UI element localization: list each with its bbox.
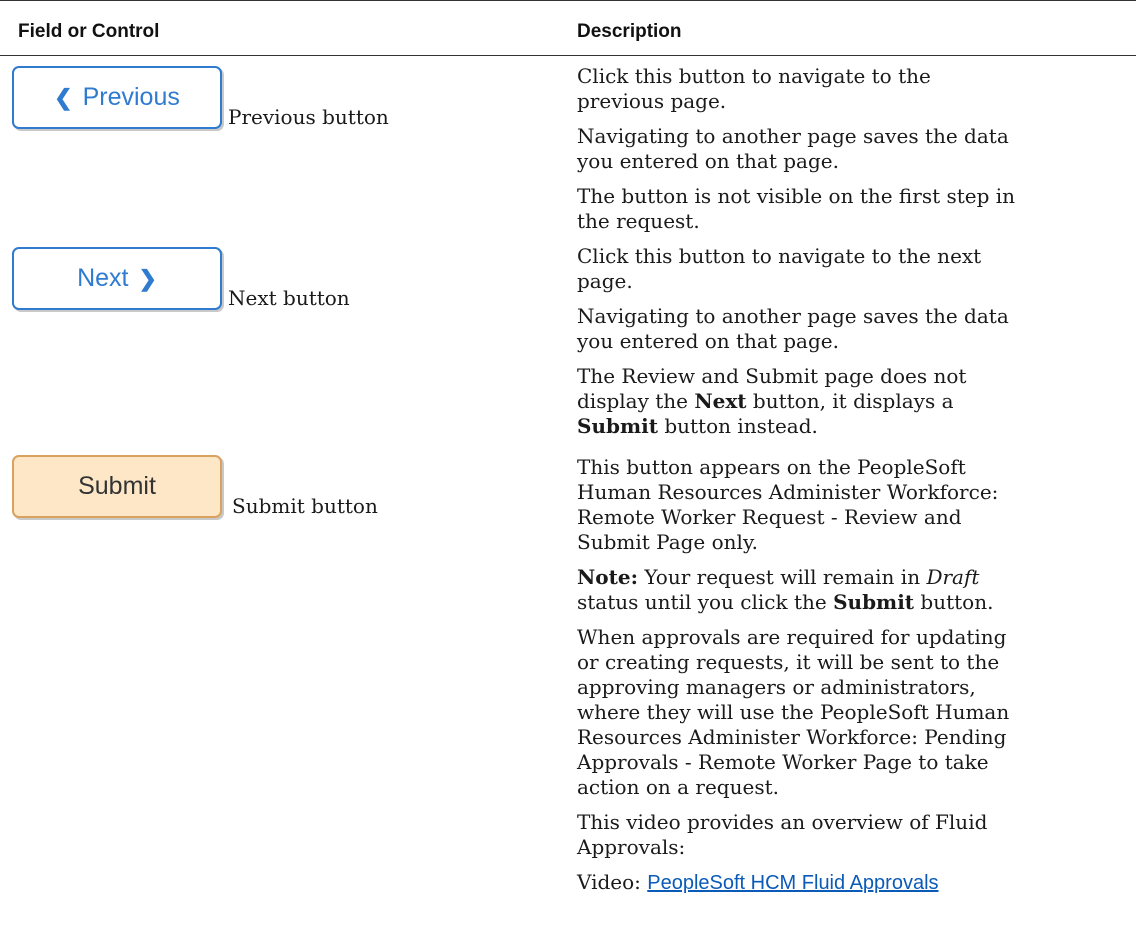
next-desc-3: The Review and Submit page does not disp… [577, 364, 967, 438]
next-bold: Next [694, 389, 747, 413]
previous-desc-1: Click this button to navigate to the pre… [577, 64, 931, 113]
draft-status: Draft [926, 565, 980, 589]
submit-button-label: Submit [78, 472, 156, 500]
chevron-left-icon: ❮ [54, 84, 73, 110]
table-row-previous: ❮ Previous Previous button Click this bu… [0, 56, 1136, 245]
previous-button-field-label: Previous button [228, 105, 389, 129]
table-row-next: Next ❯ Next button Click this button to … [0, 244, 1136, 449]
video-line: Video: PeopleSoft HCM Fluid Approvals [577, 870, 939, 894]
previous-button-label: Previous [82, 83, 180, 111]
previous-desc-3: The button is not visible on the first s… [577, 184, 1016, 233]
header-description: Description [577, 0, 1136, 56]
submit-desc-3: When approvals are required for updating… [577, 625, 1010, 799]
table-row-submit: Submit Submit button This button appears… [0, 449, 1136, 906]
previous-desc-2: Navigating to another page saves the dat… [577, 124, 1009, 173]
note-label: Note: [577, 565, 638, 589]
desc-cell-submit: This button appears on the PeopleSoft Hu… [577, 449, 1136, 906]
field-cell-previous: ❮ Previous Previous button [0, 56, 577, 245]
submit-button[interactable]: Submit [12, 455, 222, 518]
desc-cell-previous: Click this button to navigate to the pre… [577, 56, 1136, 245]
field-cell-submit: Submit Submit button [0, 449, 577, 906]
submit-button-field-label: Submit button [232, 494, 378, 518]
submit-desc-4: This video provides an overview of Fluid… [577, 810, 988, 859]
next-button-label: Next [77, 264, 129, 292]
submit-note: Note: Your request will remain in Draft … [577, 565, 994, 614]
field-cell-next: Next ❯ Next button [0, 244, 577, 449]
chevron-right-icon: ❯ [138, 265, 157, 291]
video-link[interactable]: PeopleSoft HCM Fluid Approvals [647, 872, 938, 894]
previous-button[interactable]: ❮ Previous [12, 66, 222, 129]
next-desc-2: Navigating to another page saves the dat… [577, 304, 1009, 353]
submit-bold: Submit [577, 414, 658, 438]
field-description-table: Field or Control Description ❮ Previous … [0, 0, 1136, 906]
submit-desc-1: This button appears on the PeopleSoft Hu… [577, 455, 999, 554]
next-button-field-label: Next button [228, 286, 350, 310]
table-header-row: Field or Control Description [0, 0, 1136, 56]
desc-cell-next: Click this button to navigate to the nex… [577, 244, 1136, 449]
next-button[interactable]: Next ❯ [12, 247, 222, 310]
header-field-or-control: Field or Control [0, 0, 577, 56]
next-desc-1: Click this button to navigate to the nex… [577, 244, 982, 293]
